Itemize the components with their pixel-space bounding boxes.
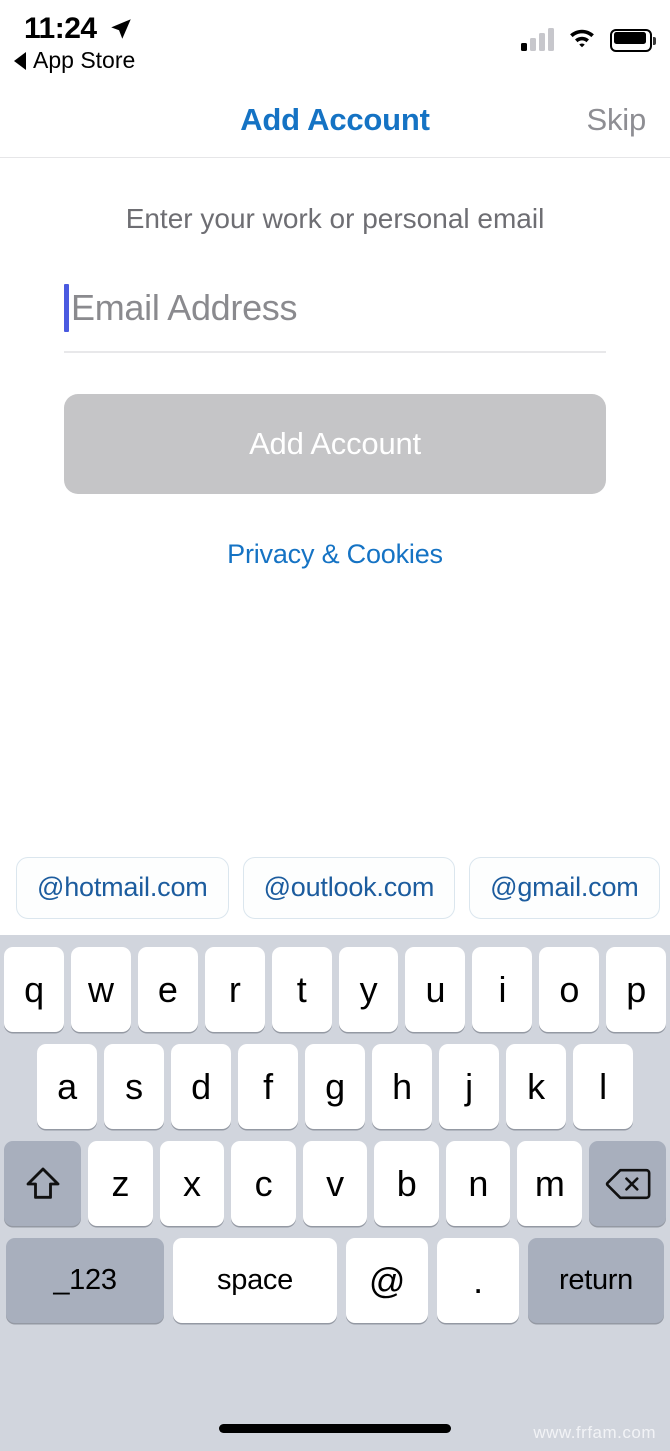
- text-caret: [64, 284, 69, 332]
- key-b[interactable]: b: [374, 1141, 439, 1226]
- key-s[interactable]: s: [104, 1044, 164, 1129]
- location-arrow-icon: [108, 16, 134, 47]
- cellular-signal-icon: [521, 28, 554, 51]
- wifi-icon: [567, 26, 597, 54]
- nav-bar: Add Account Skip: [0, 86, 670, 158]
- key-j[interactable]: j: [439, 1044, 499, 1129]
- key-o[interactable]: o: [539, 947, 600, 1032]
- phone-screen: 11:24 App Store Add Account Skip Enter y…: [0, 0, 670, 1451]
- key-q[interactable]: q: [4, 947, 64, 1032]
- page-title: Add Account: [240, 102, 430, 137]
- privacy-and-cookies-link[interactable]: Privacy & Cookies: [0, 539, 670, 570]
- watermark: www.frfam.com: [533, 1423, 656, 1442]
- key-e[interactable]: e: [137, 947, 198, 1032]
- status-bar-indicators: [521, 26, 656, 54]
- backspace-key[interactable]: [589, 1141, 667, 1226]
- space-key[interactable]: space: [173, 1238, 337, 1323]
- key-d[interactable]: d: [171, 1044, 231, 1129]
- keyboard-row-1: q w e r t y u i o p: [0, 947, 670, 1032]
- back-label: App Store: [33, 47, 136, 73]
- key-f[interactable]: f: [238, 1044, 298, 1129]
- status-bar-time: 11:24: [24, 12, 97, 45]
- key-g[interactable]: g: [305, 1044, 365, 1129]
- key-p[interactable]: p: [606, 947, 667, 1032]
- key-r[interactable]: r: [204, 947, 265, 1032]
- backspace-delete-icon: [605, 1168, 651, 1199]
- suggestion-chip-gmail[interactable]: @gmail.com: [469, 856, 660, 919]
- email-input-underline: [64, 351, 606, 353]
- key-a[interactable]: a: [37, 1044, 97, 1129]
- numbers-key[interactable]: _123: [6, 1238, 164, 1323]
- form-subtitle: Enter your work or personal email: [125, 203, 545, 234]
- key-n[interactable]: n: [445, 1141, 511, 1226]
- back-to-app-store-button[interactable]: App Store: [14, 47, 135, 74]
- shift-key[interactable]: [4, 1141, 81, 1226]
- key-w[interactable]: w: [70, 947, 131, 1032]
- key-c[interactable]: c: [231, 1141, 296, 1226]
- key-l[interactable]: l: [573, 1044, 633, 1129]
- email-input[interactable]: Email Address: [64, 279, 606, 349]
- battery-full-icon: [610, 28, 656, 52]
- key-v[interactable]: v: [302, 1141, 368, 1226]
- domain-suggestion-bar: @hotmail.com @outlook.com @gmail.com: [0, 840, 670, 935]
- main-content: Enter your work or personal email Email …: [0, 159, 670, 840]
- home-indicator[interactable]: [219, 1424, 451, 1433]
- return-key[interactable]: return: [528, 1238, 664, 1323]
- period-key[interactable]: .: [437, 1238, 519, 1323]
- at-sign-key[interactable]: @: [346, 1238, 428, 1323]
- key-z[interactable]: z: [88, 1141, 153, 1226]
- key-t[interactable]: t: [271, 947, 332, 1032]
- suggestion-chip-hotmail[interactable]: @hotmail.com: [16, 856, 229, 919]
- back-triangle-icon: [14, 51, 26, 70]
- key-k[interactable]: k: [506, 1044, 566, 1129]
- on-screen-keyboard: q w e r t y u i o p a s d f g h j k l z …: [0, 935, 670, 1451]
- keyboard-row-2: a s d f g h j k l: [0, 1044, 670, 1129]
- add-account-button[interactable]: Add Account: [64, 394, 606, 494]
- key-h[interactable]: h: [372, 1044, 432, 1129]
- email-input-placeholder: Email Address: [71, 287, 298, 328]
- keyboard-row-4: _123 space @ . return: [0, 1238, 670, 1323]
- key-y[interactable]: y: [338, 947, 399, 1032]
- key-i[interactable]: i: [472, 947, 533, 1032]
- skip-button[interactable]: Skip: [586, 102, 646, 138]
- shift-arrow-icon: [26, 1167, 59, 1199]
- key-m[interactable]: m: [517, 1141, 583, 1226]
- suggestion-chip-outlook[interactable]: @outlook.com: [242, 856, 456, 919]
- status-bar: 11:24 App Store: [0, 0, 670, 80]
- key-u[interactable]: u: [405, 947, 466, 1032]
- key-x[interactable]: x: [159, 1141, 225, 1226]
- keyboard-row-3: z x c v b n m: [0, 1141, 670, 1226]
